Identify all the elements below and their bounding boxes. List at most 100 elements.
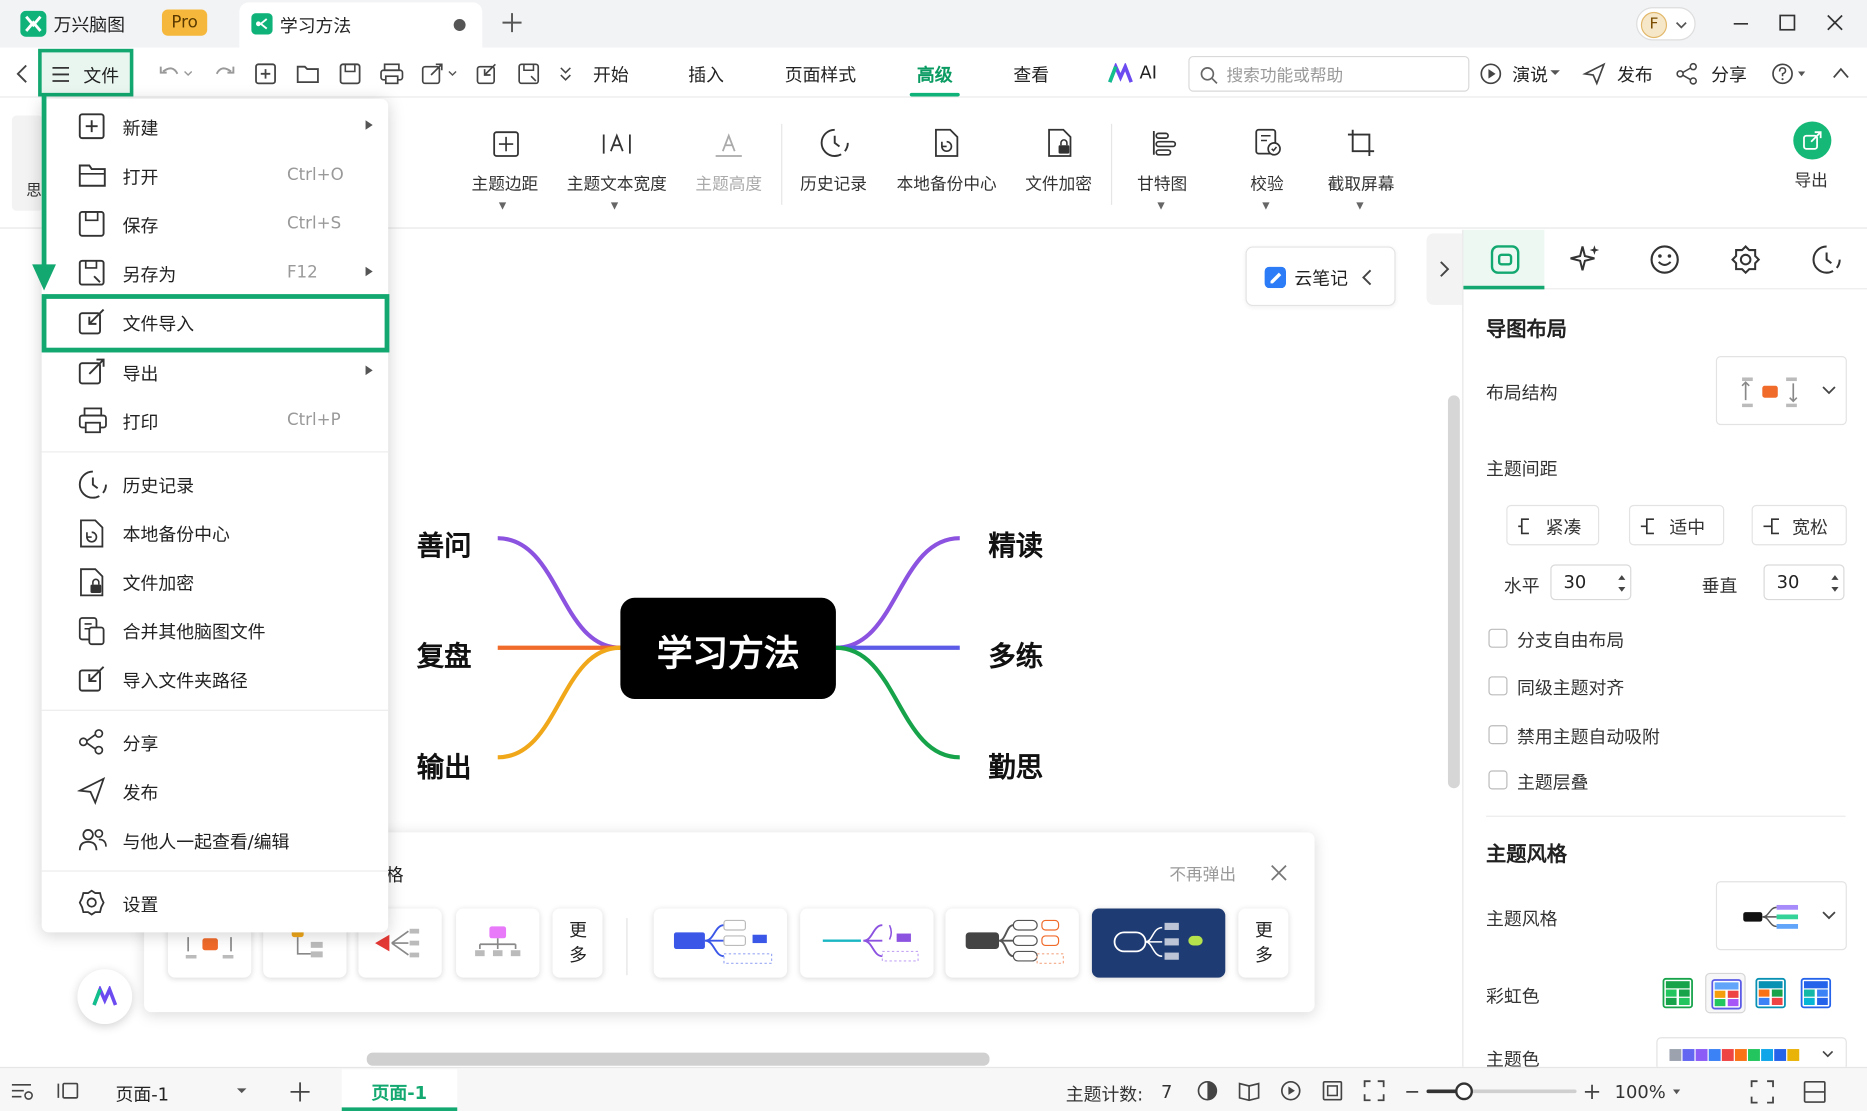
export-icon[interactable] — [420, 62, 460, 86]
menu-item-settings[interactable]: 设置 — [42, 880, 389, 925]
emoji-smile-icon[interactable] — [1649, 244, 1680, 275]
horizontal-scrollbar[interactable] — [366, 1052, 990, 1066]
vertical-spacing-input[interactable]: 30 — [1763, 564, 1845, 601]
present-button[interactable]: 演说 — [1512, 62, 1548, 87]
spacing-compact-button[interactable]: 紧凑 — [1506, 504, 1600, 546]
undo-icon[interactable] — [158, 62, 194, 86]
menu-item-collaborate[interactable]: 与他人一起查看/编辑 — [42, 817, 389, 862]
zoom-in-icon[interactable] — [1584, 1084, 1601, 1101]
expand-view-icon[interactable] — [1750, 1080, 1774, 1104]
theme-option-1[interactable] — [653, 908, 788, 978]
menu-item-save-as[interactable]: 另存为 F12 — [42, 250, 389, 295]
file-encrypt-icon[interactable] — [1044, 127, 1075, 158]
page-tab-active[interactable]: 页面-1 — [341, 1069, 458, 1111]
layout-more-button[interactable]: 更多 — [552, 908, 603, 978]
menu-item-print[interactable]: 打印 Ctrl+P — [42, 398, 389, 443]
new-tab-plus-icon[interactable] — [501, 12, 522, 33]
ribbon-topic-margin-caret[interactable]: ▼ — [499, 200, 506, 211]
focus-mode-icon[interactable] — [1197, 1080, 1218, 1101]
horizontal-spacing-input[interactable]: 30 — [1550, 564, 1632, 601]
menu-item-publish[interactable]: 发布 — [42, 768, 389, 813]
back-chevron-icon[interactable] — [14, 63, 31, 84]
menu-item-import-folder-path[interactable]: 导入文件夹路径 — [42, 656, 389, 701]
rainbow-option-3-icon[interactable] — [1755, 977, 1786, 1009]
dont-show-again-link[interactable]: 不再弹出 — [1169, 862, 1236, 886]
save-as-icon[interactable] — [517, 62, 541, 86]
ribbon-export-label[interactable]: 导出 — [1794, 168, 1827, 192]
publish-icon[interactable] — [1582, 62, 1607, 86]
menu-item-export[interactable]: 导出 — [42, 349, 389, 394]
ribbon-text-width-caret[interactable]: ▼ — [611, 200, 618, 211]
theme-option-2[interactable] — [800, 908, 934, 978]
help-icon[interactable] — [1771, 62, 1809, 86]
print-icon[interactable] — [379, 62, 405, 86]
history-clock-icon[interactable] — [819, 127, 850, 158]
layout-structure-select[interactable] — [1715, 356, 1847, 426]
ribbon-local-backup[interactable]: 本地备份中心 — [897, 171, 997, 195]
ribbon-screenshot[interactable]: 截取屏幕 — [1328, 171, 1395, 195]
menu-tab-insert[interactable]: 插入 — [688, 62, 724, 87]
menu-item-file-encrypt[interactable]: 文件加密 — [42, 558, 389, 603]
book-view-icon[interactable] — [1237, 1080, 1261, 1102]
zoom-out-icon[interactable] — [1405, 1090, 1419, 1095]
fullscreen-icon[interactable] — [1363, 1080, 1385, 1102]
validate-icon[interactable] — [1253, 127, 1284, 158]
menu-tab-advanced[interactable]: 高级 — [917, 62, 953, 87]
topic-left-1[interactable]: 善问 — [417, 523, 472, 563]
menu-item-save[interactable]: 保存 Ctrl+S — [42, 201, 389, 246]
menu-item-new[interactable]: 新建 — [42, 104, 389, 149]
topic-right-1[interactable]: 精读 — [988, 523, 1043, 563]
checkbox-free-layout[interactable] — [1488, 628, 1508, 648]
user-account-button[interactable]: F — [1636, 7, 1696, 41]
menu-item-open[interactable]: 打开 Ctrl+O — [42, 152, 389, 197]
menu-tab-start[interactable]: 开始 — [593, 62, 629, 87]
pro-badge[interactable]: Pro — [161, 9, 208, 36]
spinner-arrows-icon[interactable] — [1829, 572, 1841, 596]
ribbon-screenshot-caret[interactable]: ▼ — [1356, 200, 1363, 211]
spinner-arrows-icon[interactable] — [1616, 572, 1628, 596]
open-folder-icon[interactable] — [295, 62, 321, 86]
collapse-ribbon-icon[interactable] — [1831, 65, 1850, 79]
new-file-icon[interactable] — [254, 62, 278, 86]
ribbon-gantt-caret[interactable]: ▼ — [1157, 200, 1164, 211]
zoom-slider-thumb[interactable] — [1455, 1082, 1473, 1101]
ribbon-file-encrypt[interactable]: 文件加密 — [1025, 171, 1092, 195]
save-icon[interactable] — [338, 62, 362, 86]
search-input[interactable]: 搜索功能或帮助 — [1188, 55, 1470, 92]
central-topic[interactable]: 学习方法 — [620, 597, 836, 699]
topic-right-3[interactable]: 勤思 — [988, 744, 1043, 784]
topic-style-select[interactable] — [1715, 881, 1847, 951]
theme-color-select[interactable] — [1656, 1037, 1847, 1071]
ai-button-label[interactable]: AI — [1140, 62, 1157, 83]
checkbox-disable-snap[interactable] — [1488, 725, 1508, 745]
page-select-dropdown[interactable]: 页面-1 — [102, 1074, 254, 1107]
menu-item-local-backup[interactable]: 本地备份中心 — [42, 510, 389, 555]
share-icon[interactable] — [1675, 62, 1699, 86]
zoom-caret-icon[interactable] — [1672, 1088, 1682, 1095]
ribbon-history[interactable]: 历史记录 — [800, 171, 867, 195]
rainbow-option-1-icon[interactable] — [1662, 977, 1693, 1009]
settings-gear-icon[interactable] — [1730, 244, 1761, 275]
export-circle-button[interactable] — [1793, 121, 1832, 160]
menu-item-history[interactable]: 历史记录 — [42, 461, 389, 506]
menu-tab-view[interactable]: 查看 — [1013, 62, 1049, 87]
ribbon-topic-margin[interactable]: 主题边距 — [472, 171, 539, 195]
publish-button[interactable]: 发布 — [1617, 62, 1653, 87]
menu-tab-page-style[interactable]: 页面样式 — [785, 62, 856, 87]
outline-view-icon[interactable] — [10, 1080, 36, 1101]
menu-item-merge-files[interactable]: 合并其他脑图文件 — [42, 607, 389, 652]
panel-toggle-icon[interactable] — [1803, 1080, 1827, 1104]
ribbon-validate[interactable]: 校验 — [1250, 171, 1283, 195]
zoom-level[interactable]: 100% — [1615, 1081, 1666, 1102]
panel-toggle-button[interactable] — [1426, 233, 1463, 305]
ribbon-gantt[interactable]: 甘特图 — [1137, 171, 1187, 195]
topic-margin-icon[interactable] — [492, 130, 521, 159]
page-list-icon[interactable] — [56, 1080, 82, 1101]
topic-left-3[interactable]: 输出 — [417, 744, 472, 784]
theme-option-4[interactable] — [1091, 908, 1226, 978]
present-play-icon[interactable] — [1479, 62, 1503, 86]
local-backup-icon[interactable] — [931, 127, 962, 158]
import-icon[interactable] — [475, 62, 499, 86]
cloud-note-button[interactable]: 云笔记 — [1245, 246, 1396, 307]
add-page-plus-icon[interactable] — [288, 1080, 312, 1104]
